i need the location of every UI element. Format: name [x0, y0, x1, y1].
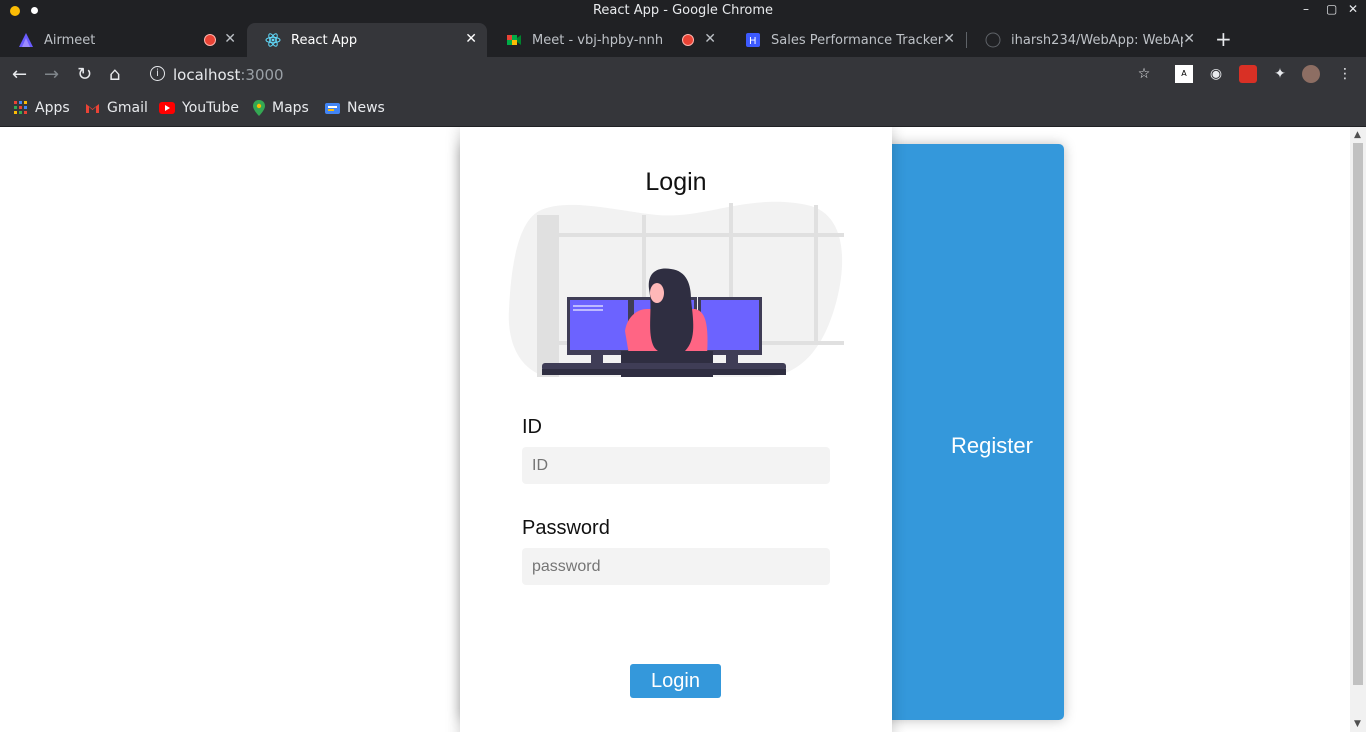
window-title: React App - Google Chrome	[592, 3, 774, 18]
tab-label: iharsh234/WebApp: WebApp	[1011, 32, 1183, 48]
target-extension-icon[interactable]: ◉	[1207, 65, 1225, 83]
login-title: Login	[645, 168, 707, 196]
google-meet-icon	[507, 35, 521, 45]
maximize-icon[interactable]: ▢	[1326, 2, 1337, 16]
home-icon[interactable]: ⌂	[109, 64, 120, 85]
tab-label: Sales Performance Tracker (3	[771, 32, 947, 48]
bookmark-star-icon[interactable]: ☆	[1135, 65, 1153, 83]
tab-google-meet[interactable]: Meet - vbj-hpby-nnh ✕	[488, 23, 726, 57]
url-text[interactable]: localhost:3000	[173, 66, 284, 84]
id-input[interactable]: ID	[522, 447, 830, 484]
bookmark-maps[interactable]: Maps	[253, 100, 309, 116]
register-button[interactable]: Register	[922, 433, 1062, 459]
profile-avatar-icon[interactable]	[1302, 65, 1320, 83]
news-icon	[325, 102, 340, 114]
address-bar[interactable]: i localhost:3000	[140, 61, 1160, 89]
tab-close-icon[interactable]: ✕	[465, 31, 477, 47]
window-titlebar: React App - Google Chrome – ▢ ✕	[0, 0, 1366, 23]
tab-close-icon[interactable]: ✕	[943, 31, 955, 47]
tab-airmeet[interactable]: Airmeet ✕	[0, 23, 246, 57]
page-scrollbar[interactable]: ▲ ▼	[1350, 127, 1366, 732]
forward-icon[interactable]: →	[44, 64, 59, 85]
github-icon	[985, 32, 1001, 48]
tab-close-icon[interactable]: ✕	[1183, 31, 1195, 47]
new-tab-icon[interactable]: +	[1215, 27, 1232, 51]
font-extension-icon[interactable]: A	[1175, 65, 1193, 83]
react-icon	[265, 33, 281, 47]
id-label: ID	[522, 416, 542, 438]
bookmark-gmail[interactable]: Gmail	[85, 100, 148, 116]
site-info-icon[interactable]: i	[150, 66, 165, 81]
svg-text:H: H	[749, 36, 757, 47]
apps-grid-icon	[14, 101, 27, 114]
page-viewport: Register Login ID ID Password password L…	[0, 127, 1350, 732]
browser-toolbar: ← → ↻ ⌂ i localhost:3000 ☆ A ◉ ✦ ⋮	[0, 57, 1366, 93]
bookmark-label: Maps	[272, 100, 309, 116]
hevo-icon: H	[746, 33, 760, 47]
red-extension-icon[interactable]	[1239, 65, 1257, 83]
login-card: Login ID ID Password password Login	[460, 127, 892, 732]
tab-label: Airmeet	[44, 32, 96, 48]
scrollbar-thumb[interactable]	[1353, 143, 1363, 685]
bookmark-apps[interactable]: Apps	[14, 100, 70, 116]
reload-icon[interactable]: ↻	[77, 64, 92, 85]
bookmarks-bar: Apps Gmail YouTube Maps News	[0, 93, 1366, 127]
extensions-puzzle-icon[interactable]: ✦	[1271, 65, 1289, 83]
password-label: Password	[522, 517, 610, 539]
close-window-icon[interactable]: ✕	[1348, 2, 1358, 16]
minimize-icon[interactable]: –	[1303, 2, 1309, 16]
tab-github[interactable]: iharsh234/WebApp: WebApp ✕	[967, 23, 1205, 57]
login-button[interactable]: Login	[630, 664, 721, 698]
scroll-down-icon[interactable]: ▼	[1354, 719, 1361, 729]
tab-close-icon[interactable]: ✕	[704, 31, 716, 47]
recording-icon	[204, 34, 216, 46]
scroll-up-icon[interactable]: ▲	[1354, 130, 1361, 140]
bookmark-youtube[interactable]: YouTube	[159, 100, 239, 116]
bookmark-label: News	[347, 100, 385, 116]
tab-label: React App	[291, 32, 358, 48]
bookmark-label: YouTube	[182, 100, 239, 116]
bookmark-label: Apps	[35, 100, 70, 116]
password-input[interactable]: password	[522, 548, 830, 585]
gmail-icon	[86, 104, 99, 113]
tab-close-icon[interactable]: ✕	[224, 31, 236, 47]
airmeet-icon	[19, 33, 33, 47]
workspace-illustration	[508, 201, 844, 377]
bookmark-label: Gmail	[107, 100, 148, 116]
recording-icon	[682, 34, 694, 46]
maps-icon	[253, 100, 265, 116]
back-icon[interactable]: ←	[12, 64, 27, 85]
chrome-menu-icon[interactable]: ⋮	[1336, 65, 1354, 83]
tab-react-app[interactable]: React App ✕	[247, 23, 487, 57]
tab-label: Meet - vbj-hpby-nnh	[532, 32, 664, 48]
bookmark-news[interactable]: News	[325, 100, 385, 116]
youtube-icon	[159, 102, 175, 114]
tab-sales-tracker[interactable]: H Sales Performance Tracker (3 ✕	[727, 23, 965, 57]
tab-strip: Airmeet ✕ React App ✕ Meet - vbj-hpby-nn…	[0, 23, 1366, 57]
